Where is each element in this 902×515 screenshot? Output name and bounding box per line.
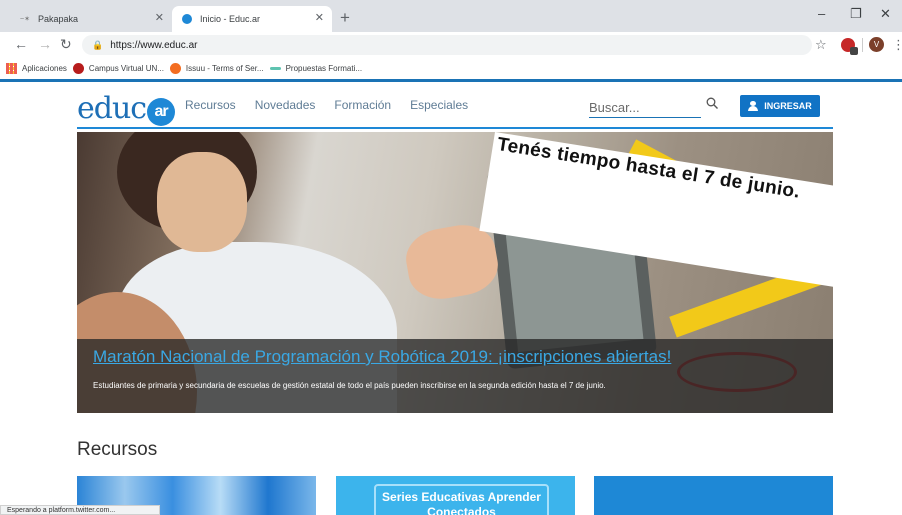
logo-badge: ar [147,98,176,126]
close-window-icon[interactable]: ✕ [880,6,891,22]
new-tab-icon[interactable]: + [340,8,350,28]
tab-pakapaka[interactable]: ~✶ Pakapaka ✕ [10,6,172,32]
search-placeholder: Buscar... [589,100,640,115]
bookmark-aplicaciones[interactable]: Aplicaciones [6,62,67,74]
minimize-icon[interactable]: – [818,6,825,21]
user-icon [748,101,759,111]
tab-title: Inicio - Educ.ar [200,14,261,24]
page-content: educ ar Recursos Novedades Formación Espe… [0,82,902,515]
reload-icon[interactable]: ↻ [60,36,72,53]
forward-icon[interactable]: → [38,36,52,52]
nav-formacion[interactable]: Formación [334,98,391,112]
main-nav: Recursos Novedades Formación Especiales [185,98,468,112]
tab-educar[interactable]: Inicio - Educ.ar ✕ [172,6,332,32]
campus-icon [72,62,84,74]
educar-icon [180,14,194,24]
status-bar: Esperando a platform.twitter.com... [0,505,160,515]
search-input[interactable]: Buscar... [589,92,701,118]
apps-icon [6,62,17,74]
more-menu-icon[interactable]: ⋮ [892,37,902,53]
bookmark-label: Campus Virtual UN... [88,63,164,73]
tab-strip: ~✶ Pakapaka ✕ Inicio - Educ.ar ✕ + – ❐ ✕ [0,0,902,32]
site-logo[interactable]: educ ar [77,91,176,126]
hero-carousel[interactable]: Tenés tiempo hasta el 7 de junio. Marató… [77,132,833,413]
pakapaka-icon: ~✶ [20,16,30,23]
hero-image-face [157,152,247,252]
tab-title: Pakapaka [38,14,79,24]
bookmark-star-icon[interactable]: ☆ [815,37,827,53]
address-bar[interactable]: 🔒 https://www.educ.ar [82,35,812,55]
profile-avatar[interactable]: V [869,37,884,52]
hero-caption: Maratón Nacional de Programación y Robót… [77,339,833,413]
hero-title-link[interactable]: Maratón Nacional de Programación y Robót… [93,347,671,367]
resource-card-label: Series Educativas Aprender Conectados [374,484,549,515]
section-title-recursos: Recursos [77,439,158,460]
bookmark-label: Aplicaciones [22,63,67,73]
logo-text: educ [77,91,147,126]
issuu-icon [169,62,181,74]
nav-recursos[interactable]: Recursos [185,98,236,112]
browser-toolbar: ← → ↻ 🔒 https://www.educ.ar ☆ V ⋮ [0,32,902,58]
resource-card[interactable] [594,476,833,515]
url-text: https://www.educ.ar [110,39,198,51]
login-label: INGRESAR [764,101,812,111]
bookmark-label: Issuu - Terms of Ser... [185,63,264,73]
hero-description: Estudiantes de primaria y secundaria de … [93,381,606,390]
bookmark-propuestas[interactable]: Propuestas Formati... [269,63,363,73]
close-tab-icon[interactable]: ✕ [315,11,324,24]
propuestas-icon [269,66,281,70]
login-button[interactable]: INGRESAR [740,95,820,117]
search-icon[interactable] [706,97,718,109]
bookmarks-bar: Aplicaciones Campus Virtual UN... Issuu … [0,58,902,78]
back-icon[interactable]: ← [14,36,28,52]
bookmark-issuu[interactable]: Issuu - Terms of Ser... [169,62,264,74]
bookmark-label: Propuestas Formati... [285,63,363,73]
lock-icon: 🔒 [92,39,104,50]
nav-especiales[interactable]: Especiales [410,98,468,112]
toolbar-divider [862,38,863,52]
close-tab-icon[interactable]: ✕ [155,11,164,24]
bookmark-campus[interactable]: Campus Virtual UN... [72,62,164,74]
header-underline [77,127,833,129]
extension-icon[interactable] [841,38,858,55]
restore-icon[interactable]: ❐ [850,6,862,22]
resource-card-series[interactable]: Series Educativas Aprender Conectados [336,476,575,515]
nav-novedades[interactable]: Novedades [255,98,316,112]
